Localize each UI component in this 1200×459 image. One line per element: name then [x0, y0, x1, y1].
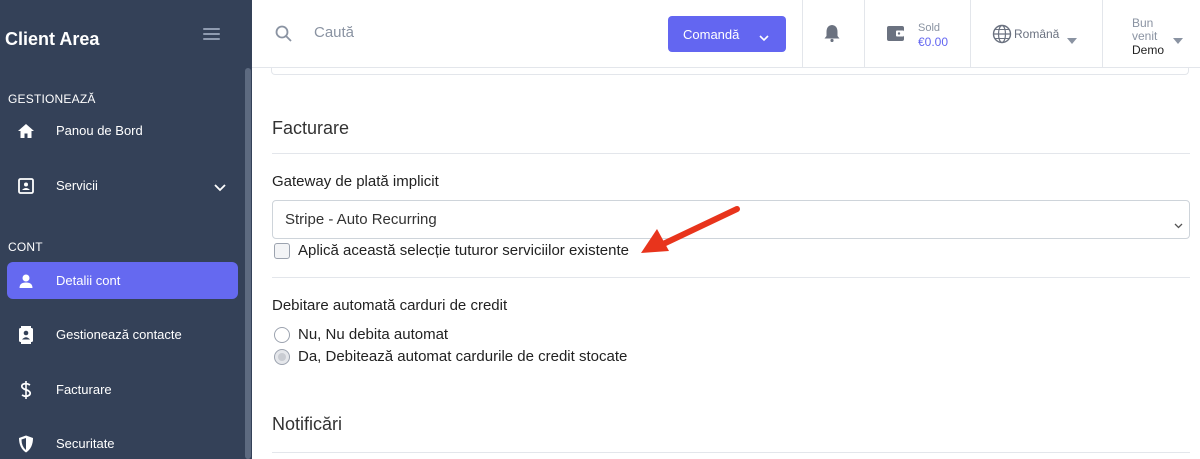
sidebar-item-services[interactable]: Servicii — [7, 167, 238, 204]
billing-section-title: Facturare — [272, 118, 350, 138]
dollar-icon — [16, 380, 36, 400]
balance-value: €0.00 — [918, 35, 949, 49]
divider — [272, 277, 1190, 278]
topbar-divider — [1102, 0, 1103, 68]
balance-label: Sold — [918, 22, 941, 34]
autodebit-yes-label[interactable]: Da, Debitează automat cardurile de credi… — [298, 348, 627, 365]
contacts-icon — [16, 325, 36, 345]
sidebar-item-label: Securitate — [56, 436, 115, 451]
divider — [272, 452, 1190, 453]
search-icon[interactable] — [275, 25, 292, 47]
apply-all-label[interactable]: Aplică această selecție tuturor servicii… — [298, 242, 629, 259]
order-button-label: Comandă — [683, 26, 740, 42]
sidebar: Client Area GESTIONEAZĂ Panou de Bord Se… — [0, 0, 252, 459]
sidebar-item-account-details[interactable]: Detalii cont — [7, 262, 238, 299]
user-greeting-line1[interactable]: Bun — [1132, 16, 1153, 30]
sidebar-item-label: Facturare — [56, 382, 112, 397]
autodebit-label: Debitare automată carduri de credit — [272, 297, 508, 314]
radio-row-no: Nu, Nu debita automat — [274, 326, 448, 343]
chevron-down-icon — [214, 179, 226, 197]
user-icon — [16, 271, 36, 291]
home-icon — [16, 121, 36, 141]
chevron-down-icon — [1174, 216, 1183, 233]
bell-icon[interactable] — [824, 24, 840, 47]
previous-card-edge — [271, 68, 1189, 75]
caret-down-icon — [1173, 31, 1183, 49]
autodebit-yes-radio[interactable] — [274, 348, 290, 365]
id-card-icon — [16, 176, 36, 196]
topbar-divider — [864, 0, 865, 68]
main-content: Facturare Gateway de plată implicit Stri… — [252, 68, 1200, 459]
sidebar-item-dashboard[interactable]: Panou de Bord — [7, 112, 238, 149]
search-input[interactable] — [314, 24, 614, 41]
topbar-divider — [970, 0, 971, 68]
topbar: Comandă Sold €0.00 Română Bun venit Demo — [252, 0, 1200, 68]
sidebar-item-security[interactable]: Securitate — [7, 425, 238, 459]
sidebar-item-contacts[interactable]: Gestionează contacte — [7, 316, 238, 353]
section-label-account: CONT — [8, 240, 43, 254]
gateway-label: Gateway de plată implicit — [272, 173, 439, 190]
autodebit-no-label[interactable]: Nu, Nu debita automat — [298, 326, 448, 343]
annotation-arrow-icon — [637, 204, 742, 261]
user-greeting-line2[interactable]: venit — [1132, 29, 1157, 43]
shield-icon — [16, 434, 36, 454]
sidebar-item-label: Gestionează contacte — [56, 327, 182, 342]
divider — [272, 153, 1190, 154]
brand-title: Client Area — [5, 29, 100, 49]
language-selector[interactable]: Română — [1014, 27, 1059, 41]
hamburger-menu-icon[interactable] — [203, 28, 220, 41]
radio-row-yes: Da, Debitează automat cardurile de credi… — [274, 348, 627, 365]
chevron-down-icon — [759, 30, 769, 45]
sidebar-item-label: Panou de Bord — [56, 123, 143, 138]
sidebar-item-label: Detalii cont — [56, 273, 121, 288]
apply-all-row: Aplică această selecție tuturor servicii… — [274, 242, 629, 259]
sidebar-item-billing[interactable]: Facturare — [7, 371, 238, 408]
order-button[interactable]: Comandă — [668, 16, 786, 52]
notifications-section-title: Notificări — [272, 414, 343, 434]
sidebar-item-label: Servicii — [56, 178, 98, 193]
apply-all-checkbox[interactable] — [274, 242, 290, 259]
user-company[interactable]: Demo — [1132, 43, 1164, 57]
caret-down-icon — [1067, 31, 1077, 49]
topbar-divider — [802, 0, 803, 68]
section-label-manage: GESTIONEAZĂ — [8, 92, 96, 106]
sidebar-scrollbar[interactable] — [245, 68, 251, 459]
wallet-icon[interactable] — [886, 25, 906, 47]
globe-icon[interactable] — [992, 24, 1012, 49]
gateway-select-value: Stripe - Auto Recurring — [285, 211, 437, 228]
autodebit-no-radio[interactable] — [274, 326, 290, 343]
